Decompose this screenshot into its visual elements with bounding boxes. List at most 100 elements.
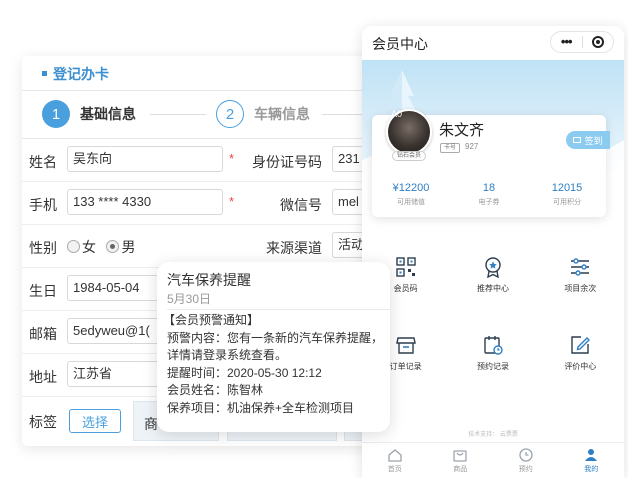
bottom-tab-bar: 首页 商品 预约 我的 xyxy=(362,442,624,478)
popup-date: 5月30日 xyxy=(167,292,212,306)
form-body: 姓名 吴东向 * 身份证号码 231 手机 133 **** 4330 * 微信… xyxy=(22,138,382,441)
stat-coupons[interactable]: 18 电子券 xyxy=(450,182,528,207)
member-stats: ¥12200 可用储值 18 电子券 12015 可用积分 xyxy=(372,182,606,207)
menu-label: 评价中心 xyxy=(564,362,597,371)
close-target-button[interactable] xyxy=(583,36,614,48)
qr-code-icon xyxy=(395,257,416,277)
screenshot-stage: 登记办卡 1 基础信息 2 车辆信息 姓名 吴东向 * 身份证号码 231 手机… xyxy=(0,0,628,478)
step-label: 车辆信息 xyxy=(254,106,310,122)
tech-support-note: 技术支持： 云票票 xyxy=(468,432,518,438)
popup-project-line: 保养项目：机油保养+全车检测项目 xyxy=(167,400,355,415)
radio-label: 女 xyxy=(82,239,96,255)
step-vehicle-info[interactable]: 2 车辆信息 xyxy=(216,100,310,128)
avatar[interactable]: A0 xyxy=(386,109,432,155)
source-label: 来源渠道 xyxy=(266,240,322,256)
tab-label: 预约 xyxy=(518,466,533,473)
tab-appointment[interactable]: 预约 xyxy=(493,443,559,478)
member-name: 朱文齐 xyxy=(439,122,485,139)
radio-circle-checked xyxy=(106,240,120,254)
mini-program-capsule: ••• xyxy=(550,31,614,53)
radio-female[interactable]: 女 xyxy=(67,239,102,256)
page-title: 会员中心 xyxy=(372,36,428,52)
menu-review-center[interactable]: 评价中心 xyxy=(537,334,624,372)
form-row-phone: 手机 133 **** 4330 * 微信号 mel xyxy=(22,182,382,225)
member-level-badge: 钻石会员 xyxy=(392,151,426,161)
menu-project-remaining[interactable]: 项目余次 xyxy=(537,256,624,294)
name-label: 姓名 xyxy=(29,154,57,170)
required-mark: * xyxy=(229,194,235,209)
more-menu-button[interactable]: ••• xyxy=(551,32,582,52)
wechat-label: 微信号 xyxy=(280,197,322,213)
form-row-name: 姓名 吴东向 * 身份证号码 231 xyxy=(22,139,382,182)
stat-label: 可用积分 xyxy=(553,199,581,206)
store-icon xyxy=(395,337,416,354)
gender-label: 性别 xyxy=(29,240,57,256)
user-icon xyxy=(585,449,598,461)
tab-mine[interactable]: 我的 xyxy=(559,443,625,478)
tab-home[interactable]: 首页 xyxy=(362,443,428,478)
badge-icon xyxy=(485,257,501,278)
card-number-chip: 卡号 xyxy=(440,143,460,153)
radio-circle xyxy=(67,240,80,254)
address-label: 地址 xyxy=(29,369,57,385)
phone-input[interactable]: 133 **** 4330 xyxy=(67,189,223,215)
member-center-phone: 会员中心 ••• A0 钻石会员 朱文齐 卡号 927 签到 ¥12200 可用… xyxy=(362,26,624,478)
checkin-button[interactable]: 签到 xyxy=(566,131,610,149)
tags-select-button[interactable]: 选择 xyxy=(69,409,121,433)
step-label: 基础信息 xyxy=(80,106,136,122)
step-number: 2 xyxy=(216,100,244,128)
divider xyxy=(167,309,390,310)
stat-label: 电子券 xyxy=(478,199,500,206)
stat-value: ¥12200 xyxy=(392,182,430,194)
tab-goods[interactable]: 商品 xyxy=(428,443,494,478)
popup-heading: 【会员预警通知】 xyxy=(163,313,260,327)
calendar-small-icon xyxy=(573,137,582,143)
phone-label: 手机 xyxy=(29,197,57,213)
function-menu-row-1: 会员码 推荐中心 项目余次 xyxy=(362,256,624,294)
gender-radio-group: 女 男 xyxy=(67,237,141,257)
form-title: 登记办卡 xyxy=(42,64,109,84)
stat-points[interactable]: 12015 可用积分 xyxy=(528,182,606,207)
bag-icon xyxy=(453,450,467,462)
step-number: 1 xyxy=(42,100,70,128)
birthday-label: 生日 xyxy=(29,283,57,299)
tab-label: 首页 xyxy=(387,466,402,473)
required-mark: * xyxy=(229,151,235,166)
menu-appointment-records[interactable]: 预约记录 xyxy=(449,334,536,372)
popup-content-line: 预警内容：您有一条新的汽车保养提醒， xyxy=(167,330,384,345)
stat-value: 18 xyxy=(482,182,496,194)
tab-label: 我的 xyxy=(584,466,599,473)
radio-label: 男 xyxy=(121,239,136,255)
member-info-card: A0 钻石会员 朱文齐 卡号 927 签到 ¥12200 可用储值 18 电子券 1… xyxy=(372,109,610,217)
popup-member-line: 会员姓名：陈智林 xyxy=(167,383,264,397)
clock-icon xyxy=(519,448,533,462)
idcard-label: 身份证号码 xyxy=(252,154,322,170)
radio-male[interactable]: 男 xyxy=(106,239,141,256)
sliders-icon xyxy=(571,258,590,276)
step-connector xyxy=(150,114,206,115)
popup-title: 汽车保养提醒 xyxy=(167,272,251,288)
checkin-label: 签到 xyxy=(584,135,603,146)
popup-body: 【会员预警通知】 预警内容：您有一条新的汽车保养提醒， 详情请登录系统查看。 提… xyxy=(163,312,383,417)
menu-label: 项目余次 xyxy=(564,284,597,293)
tags-label: 标签 xyxy=(29,414,57,430)
step-basic-info[interactable]: 1 基础信息 xyxy=(42,100,136,128)
home-icon xyxy=(388,449,402,462)
divider xyxy=(22,90,382,91)
popup-time-line: 提醒时间：2020-05-30 12:12 xyxy=(167,365,322,380)
menu-label: 预约记录 xyxy=(476,362,509,371)
function-menu-row-2: 订单记录 预约记录 评价中心 xyxy=(362,334,624,372)
maintenance-reminder-popup[interactable]: 汽车保养提醒 5月30日 【会员预警通知】 预警内容：您有一条新的汽车保养提醒，… xyxy=(157,262,390,432)
card-number: 927 xyxy=(465,142,479,151)
menu-referral-center[interactable]: 推荐中心 xyxy=(449,256,536,294)
calendar-icon xyxy=(484,336,503,355)
tag-chip-label: 商 xyxy=(144,416,158,432)
target-icon xyxy=(591,36,604,48)
stat-value: 12015 xyxy=(551,182,583,194)
menu-label: 推荐中心 xyxy=(476,284,509,293)
tab-label: 商品 xyxy=(453,466,468,473)
email-label: 邮箱 xyxy=(29,326,57,342)
stat-balance[interactable]: ¥12200 可用储值 xyxy=(372,182,450,207)
popup-content-line: 详情请登录系统查看。 xyxy=(167,348,288,362)
name-input[interactable]: 吴东向 xyxy=(67,146,223,172)
